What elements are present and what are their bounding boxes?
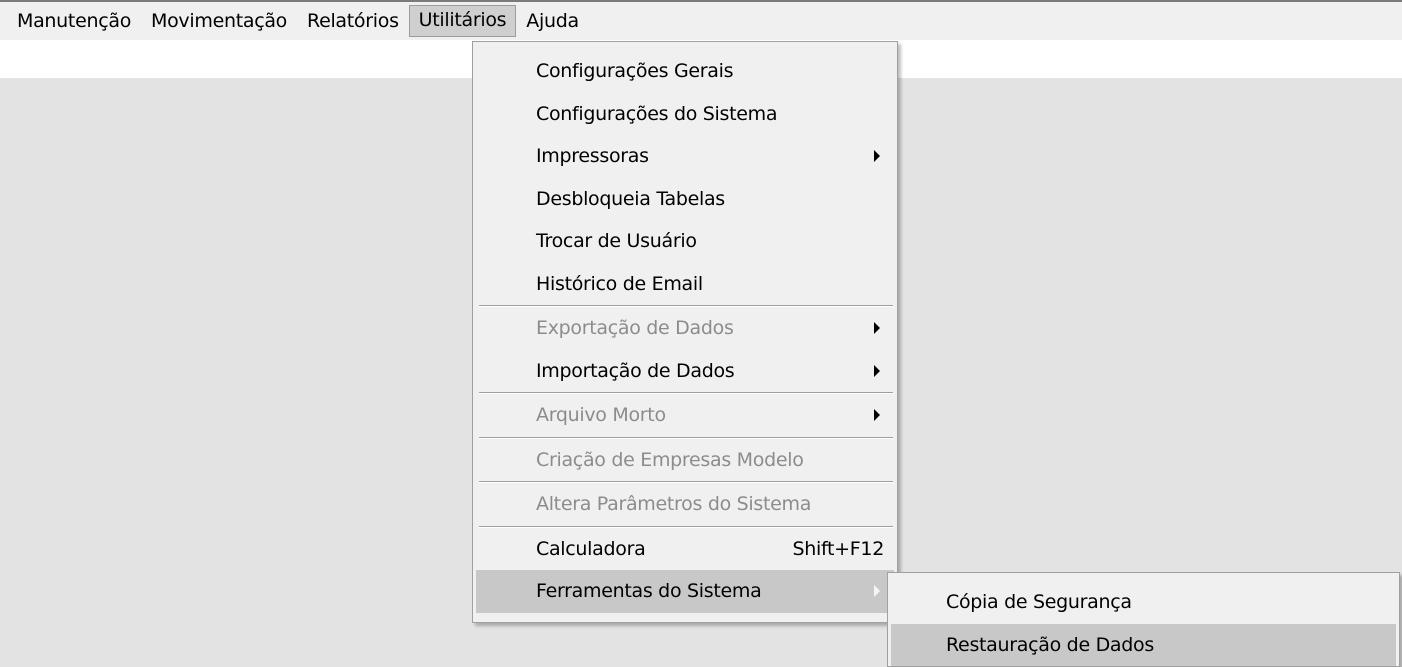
menu-item-desbloqueia-tabelas[interactable]: Desbloqueia Tabelas	[476, 178, 894, 221]
menu-utilitarios[interactable]: Utilitários	[408, 5, 517, 37]
menu-item-label: Histórico de Email	[536, 272, 703, 295]
menu-item-label: Cópia de Segurança	[946, 591, 1132, 613]
utilitarios-dropdown: Configurações Gerais Configurações do Si…	[472, 41, 898, 623]
menu-bar: Manutenção Movimentação Relatórios Utili…	[0, 2, 1402, 40]
menu-item-restauracao-dados[interactable]: Restauração de Dados	[891, 623, 1396, 666]
menu-item-trocar-usuario[interactable]: Trocar de Usuário	[476, 220, 894, 263]
menu-item-label: Arquivo Morto	[536, 404, 666, 426]
menu-item-label: Trocar de Usuário	[536, 230, 697, 252]
menu-item-altera-parametros[interactable]: Altera Parâmetros do Sistema	[476, 483, 894, 526]
menu-item-label: Importação de Dados	[536, 359, 735, 382]
menu-item-copia-seguranca[interactable]: Cópia de Segurança	[891, 581, 1396, 624]
menu-item-exportacao-dados[interactable]: Exportação de Dados	[476, 307, 894, 350]
menu-item-importacao-dados[interactable]: Importação de Dados	[476, 350, 894, 393]
menu-item-label: Configurações do Sistema	[536, 102, 778, 125]
submenu-arrow-icon	[874, 585, 880, 598]
submenu-arrow-icon	[874, 322, 880, 335]
submenu-arrow-icon	[874, 150, 880, 163]
menu-item-configuracoes-gerais[interactable]: Configurações Gerais	[476, 50, 894, 93]
menu-item-label: Desbloqueia Tabelas	[536, 187, 725, 210]
menu-item-shortcut: Shift+F12	[792, 537, 884, 560]
menu-movimentacao[interactable]: Movimentação	[141, 6, 297, 36]
menu-item-label: Criação de Empresas Modelo	[536, 448, 804, 471]
menu-item-label: Configurações Gerais	[536, 60, 734, 82]
menu-relatorios[interactable]: Relatórios	[297, 6, 409, 36]
submenu-arrow-icon	[874, 409, 880, 422]
menu-item-arquivo-morto[interactable]: Arquivo Morto	[476, 394, 894, 437]
menu-item-calculadora[interactable]: Calculadora Shift+F12	[476, 528, 894, 571]
menu-item-label: Impressoras	[536, 145, 649, 167]
menu-item-label: Calculadora	[536, 537, 646, 560]
menu-item-label: Restauração de Dados	[946, 633, 1154, 656]
menu-ajuda[interactable]: Ajuda	[516, 6, 589, 36]
menu-item-label: Ferramentas do Sistema	[536, 580, 762, 602]
menu-item-ferramentas-sistema[interactable]: Ferramentas do Sistema	[476, 570, 894, 613]
menu-item-label: Altera Parâmetros do Sistema	[536, 493, 812, 515]
ferramentas-submenu: Cópia de Segurança Restauração de Dados	[887, 572, 1400, 667]
menu-item-criacao-empresas-modelo[interactable]: Criação de Empresas Modelo	[476, 439, 894, 482]
menu-item-configuracoes-sistema[interactable]: Configurações do Sistema	[476, 93, 894, 136]
menu-item-historico-email[interactable]: Histórico de Email	[476, 263, 894, 306]
menu-item-label: Exportação de Dados	[536, 317, 734, 339]
menu-item-impressoras[interactable]: Impressoras	[476, 135, 894, 178]
submenu-arrow-icon	[874, 364, 880, 377]
menu-manutencao[interactable]: Manutenção	[7, 6, 141, 36]
